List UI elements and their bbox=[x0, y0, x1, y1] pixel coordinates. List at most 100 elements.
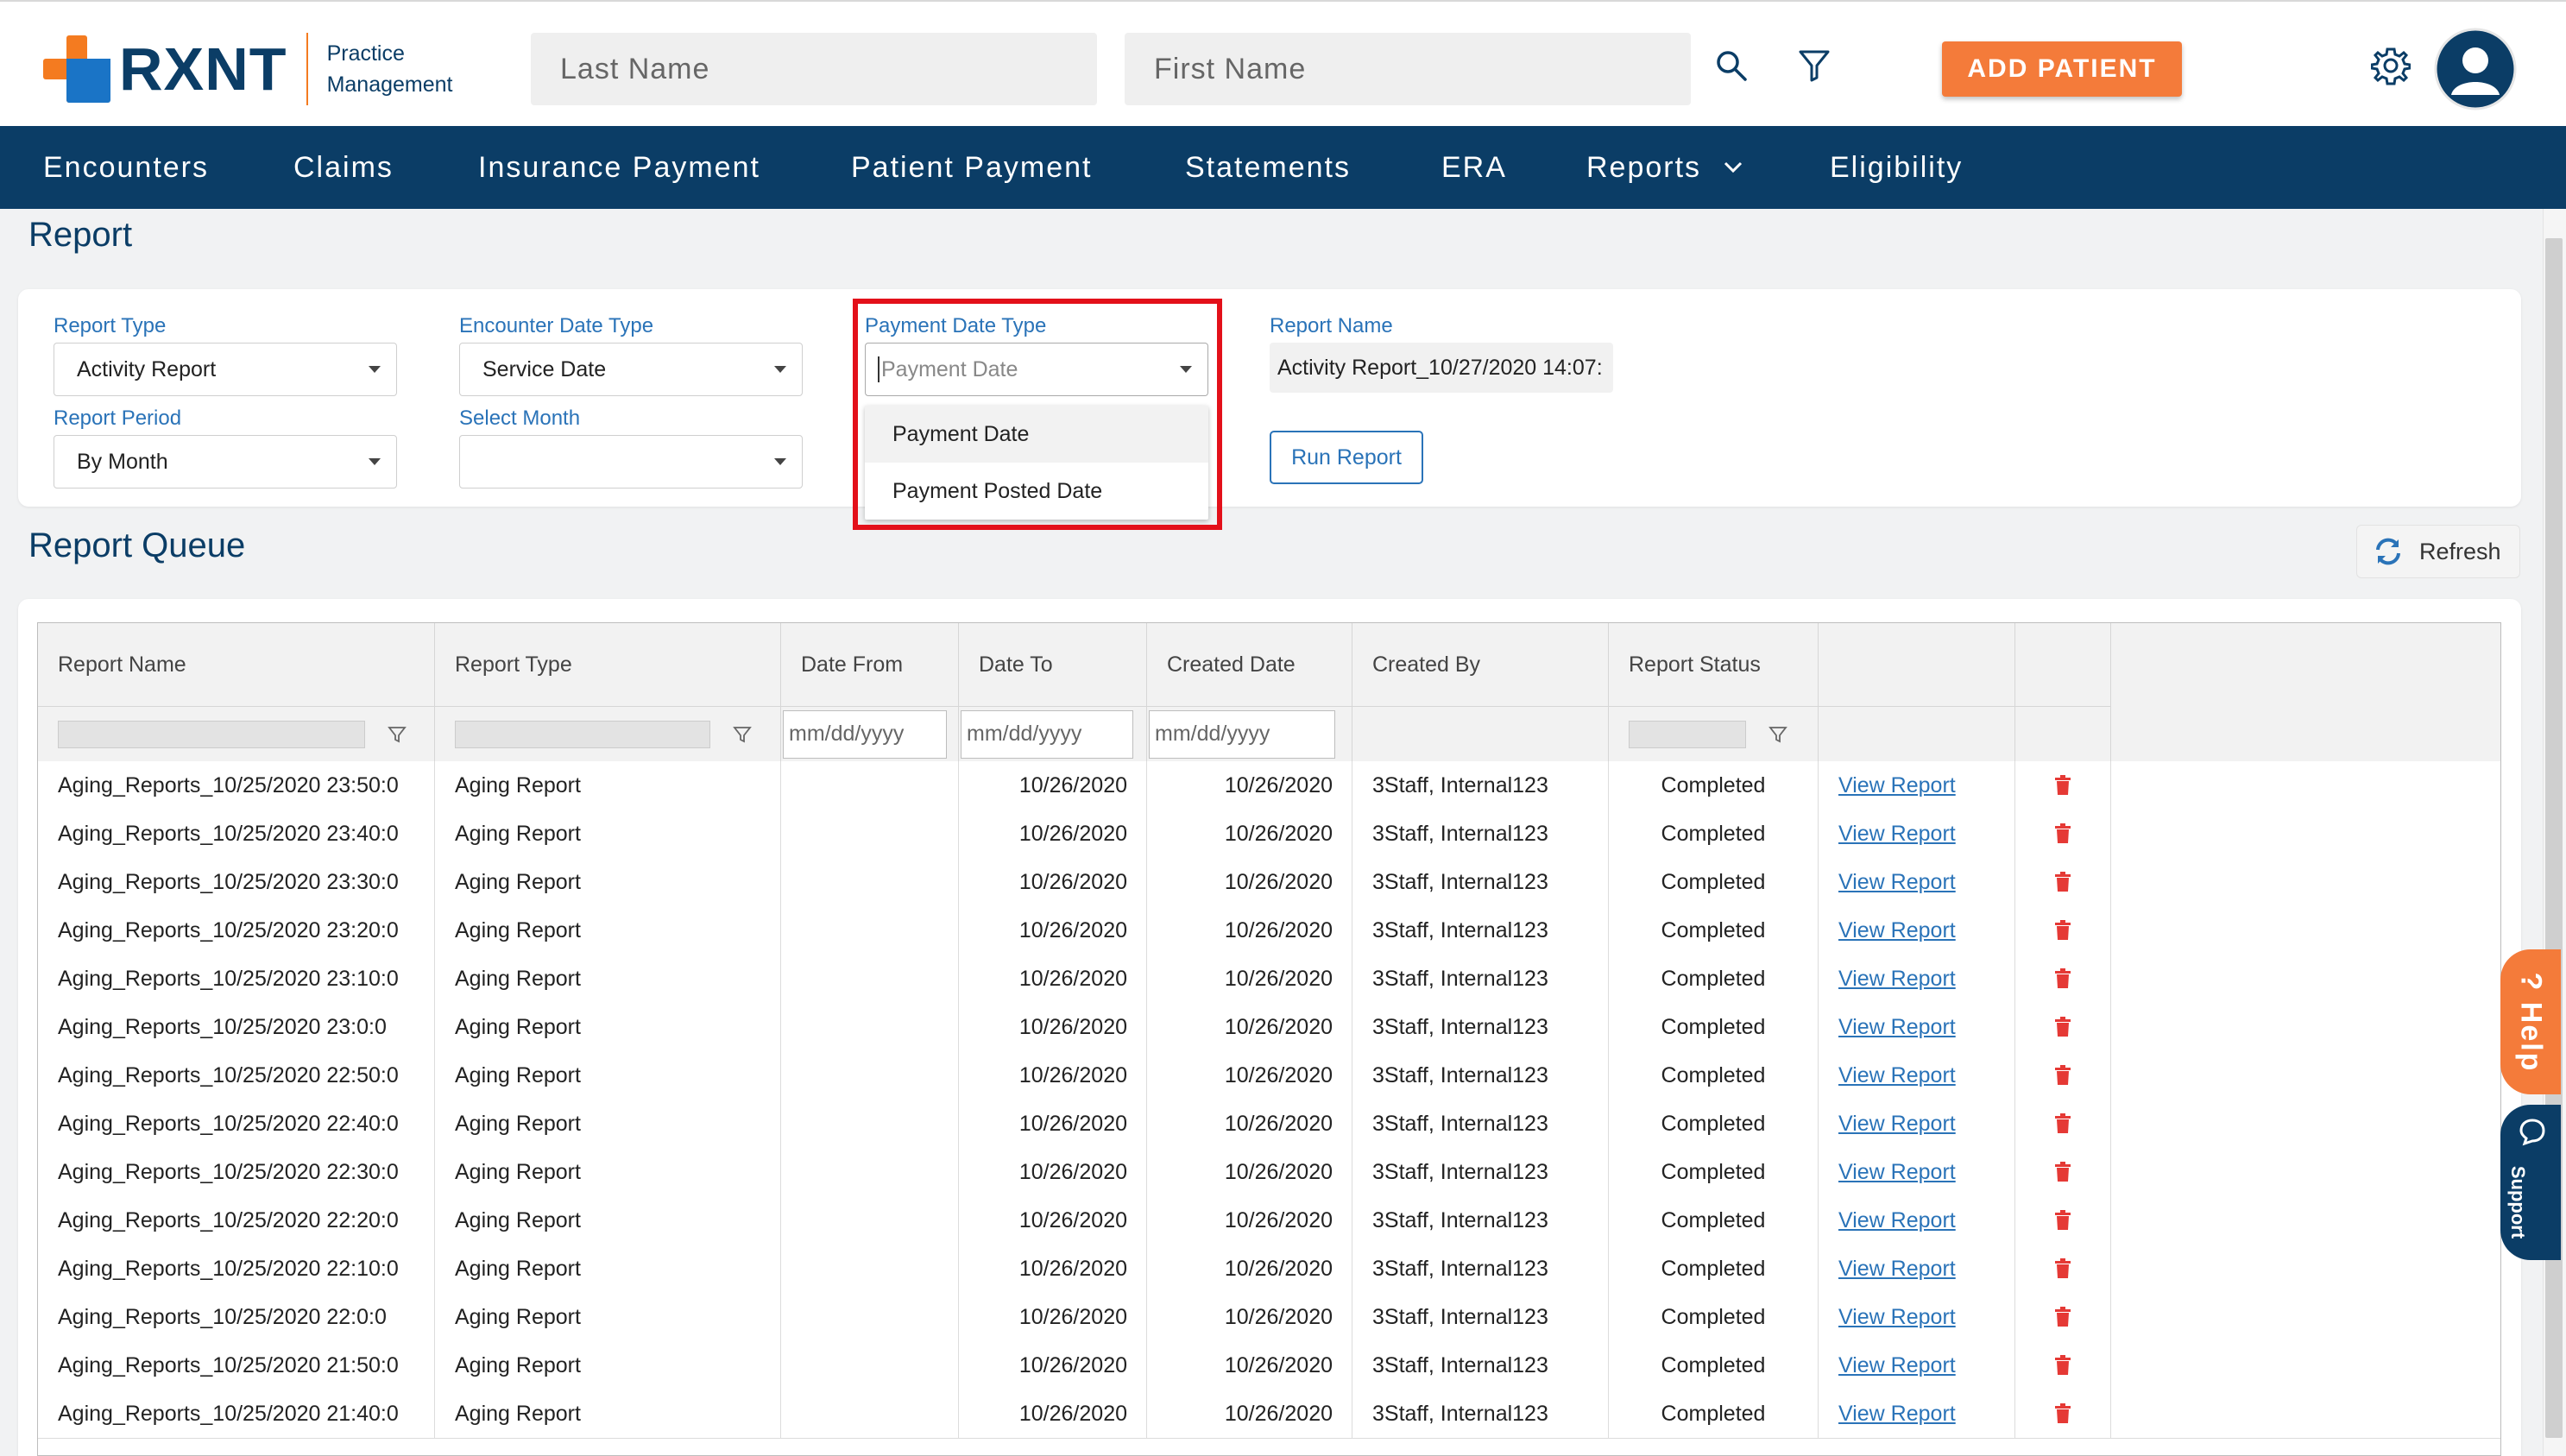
view-report-link[interactable]: View Report bbox=[1838, 967, 1956, 992]
trash-icon[interactable] bbox=[2054, 775, 2071, 796]
table-row: Aging_Reports_10/25/2020 23:50:0 Aging Re… bbox=[38, 761, 2500, 810]
run-report-button[interactable]: Run Report bbox=[1270, 431, 1423, 484]
cell-date-from bbox=[781, 1196, 959, 1245]
cell-view-report: View Report bbox=[1819, 761, 2015, 810]
nav-eligibility[interactable]: Eligibility bbox=[1830, 126, 1963, 209]
cell-created-by: 3Staff, Internal123 bbox=[1352, 1148, 1609, 1196]
first-name-input[interactable]: First Name bbox=[1125, 33, 1691, 105]
last-name-input[interactable]: Last Name bbox=[531, 33, 1097, 105]
cell-report-type: Aging Report bbox=[435, 761, 781, 810]
view-report-link[interactable]: View Report bbox=[1838, 822, 1956, 847]
date-from-input[interactable]: mm/dd/yyyy bbox=[783, 709, 947, 759]
cell-date-to: 10/26/2020 bbox=[959, 1003, 1147, 1051]
filter-report-type-input[interactable] bbox=[455, 720, 710, 748]
cell-created-date: 10/26/2020 bbox=[1147, 1003, 1352, 1051]
cell-report-type: Aging Report bbox=[435, 810, 781, 858]
add-patient-button[interactable]: ADD PATIENT bbox=[1942, 41, 2182, 97]
trash-icon[interactable] bbox=[2054, 1113, 2071, 1134]
user-avatar-icon[interactable] bbox=[2434, 28, 2517, 110]
refresh-button[interactable]: Refresh bbox=[2356, 525, 2520, 578]
support-tab[interactable]: Support bbox=[2500, 1105, 2561, 1260]
cell-created-date: 10/26/2020 bbox=[1147, 810, 1352, 858]
cell-date-to: 10/26/2020 bbox=[959, 1100, 1147, 1148]
column-header-date-to[interactable]: Date To bbox=[959, 623, 1147, 706]
cell-report-name: Aging_Reports_10/25/2020 21:40:0 bbox=[38, 1390, 435, 1438]
cell-delete bbox=[2015, 761, 2111, 810]
column-filter-icon[interactable] bbox=[388, 725, 407, 744]
view-report-link[interactable]: View Report bbox=[1838, 1305, 1956, 1330]
trash-icon[interactable] bbox=[2054, 1403, 2071, 1424]
view-report-link[interactable]: View Report bbox=[1838, 1353, 1956, 1378]
cell-report-status: Completed bbox=[1609, 1003, 1819, 1051]
trash-icon[interactable] bbox=[2054, 1307, 2071, 1327]
view-report-link[interactable]: View Report bbox=[1838, 870, 1956, 895]
column-header-report-name[interactable]: Report Name bbox=[38, 623, 435, 706]
report-name-input[interactable]: Activity Report_10/27/2020 14:07: bbox=[1270, 343, 1613, 393]
table-row: Aging_Reports_10/25/2020 23:20:0 Aging Re… bbox=[38, 906, 2500, 955]
column-header-date-from[interactable]: Date From bbox=[781, 623, 959, 706]
trash-icon[interactable] bbox=[2054, 1355, 2071, 1376]
date-to-input[interactable]: mm/dd/yyyy bbox=[961, 709, 1133, 759]
view-report-link[interactable]: View Report bbox=[1838, 773, 1956, 798]
search-icon[interactable] bbox=[1711, 45, 1752, 86]
logo-subtitle-line1: Practice bbox=[326, 41, 405, 66]
cell-delete bbox=[2015, 1051, 2111, 1100]
help-tab[interactable]: ? Help bbox=[2500, 949, 2561, 1094]
trash-icon[interactable] bbox=[2054, 872, 2071, 892]
view-report-link[interactable]: View Report bbox=[1838, 1015, 1956, 1040]
view-report-link[interactable]: View Report bbox=[1838, 1257, 1956, 1282]
view-report-link[interactable]: View Report bbox=[1838, 1402, 1956, 1427]
view-report-link[interactable]: View Report bbox=[1838, 1160, 1956, 1185]
encounter-date-type-label: Encounter Date Type bbox=[459, 314, 654, 337]
nav-era[interactable]: ERA bbox=[1441, 126, 1507, 209]
cell-created-by: 3Staff, Internal123 bbox=[1352, 761, 1609, 810]
trash-icon[interactable] bbox=[2054, 1065, 2071, 1086]
cell-date-from bbox=[781, 1245, 959, 1293]
column-header-created-date[interactable]: Created Date bbox=[1147, 623, 1352, 706]
cell-created-by: 3Staff, Internal123 bbox=[1352, 1293, 1609, 1341]
table-row: Aging_Reports_10/25/2020 22:20:0 Aging Re… bbox=[38, 1196, 2500, 1245]
column-filter-icon[interactable] bbox=[1768, 725, 1787, 744]
nav-claims[interactable]: Claims bbox=[293, 126, 394, 209]
trash-icon[interactable] bbox=[2054, 823, 2071, 844]
view-report-link[interactable]: View Report bbox=[1838, 1063, 1956, 1088]
encounter-date-type-select[interactable]: Service Date bbox=[459, 343, 803, 396]
view-report-link[interactable]: View Report bbox=[1838, 1208, 1956, 1233]
view-report-link[interactable]: View Report bbox=[1838, 1112, 1956, 1137]
nav-patient-payment[interactable]: Patient Payment bbox=[851, 126, 1092, 209]
nav-encounters[interactable]: Encounters bbox=[43, 126, 209, 209]
filter-report-name-input[interactable] bbox=[58, 720, 365, 748]
trash-icon[interactable] bbox=[2054, 1210, 2071, 1231]
cell-created-date: 10/26/2020 bbox=[1147, 955, 1352, 1003]
column-filter-icon[interactable] bbox=[733, 725, 752, 744]
cell-delete bbox=[2015, 1003, 2111, 1051]
trash-icon[interactable] bbox=[2054, 920, 2071, 941]
logo-subtitle-line2: Management bbox=[326, 72, 453, 97]
column-header-created-by[interactable]: Created By bbox=[1352, 623, 1609, 706]
cell-created-by: 3Staff, Internal123 bbox=[1352, 906, 1609, 955]
gear-icon[interactable] bbox=[2368, 43, 2413, 88]
trash-icon[interactable] bbox=[2054, 1258, 2071, 1279]
column-header-report-status[interactable]: Report Status bbox=[1609, 623, 1819, 706]
cell-date-to: 10/26/2020 bbox=[959, 1390, 1147, 1438]
cell-created-date: 10/26/2020 bbox=[1147, 1051, 1352, 1100]
nav-reports[interactable]: Reports bbox=[1586, 126, 1743, 209]
trash-icon[interactable] bbox=[2054, 1162, 2071, 1182]
column-header-report-type[interactable]: Report Type bbox=[435, 623, 781, 706]
cell-report-type: Aging Report bbox=[435, 1051, 781, 1100]
cell-report-status: Completed bbox=[1609, 1051, 1819, 1100]
report-type-select[interactable]: Activity Report bbox=[54, 343, 397, 396]
nav-insurance-payment[interactable]: Insurance Payment bbox=[478, 126, 760, 209]
select-month-select[interactable] bbox=[459, 435, 803, 488]
trash-icon[interactable] bbox=[2054, 1017, 2071, 1037]
filter-icon[interactable] bbox=[1794, 45, 1835, 86]
cell-report-name: Aging_Reports_10/25/2020 22:40:0 bbox=[38, 1100, 435, 1148]
report-period-select[interactable]: By Month bbox=[54, 435, 397, 488]
cell-date-to: 10/26/2020 bbox=[959, 955, 1147, 1003]
rxnt-logo[interactable]: RXNT Practice Management bbox=[43, 33, 453, 105]
nav-statements[interactable]: Statements bbox=[1185, 126, 1351, 209]
trash-icon[interactable] bbox=[2054, 968, 2071, 989]
created-date-input[interactable]: mm/dd/yyyy bbox=[1149, 709, 1335, 759]
filter-report-status-input[interactable] bbox=[1629, 720, 1746, 748]
view-report-link[interactable]: View Report bbox=[1838, 918, 1956, 943]
